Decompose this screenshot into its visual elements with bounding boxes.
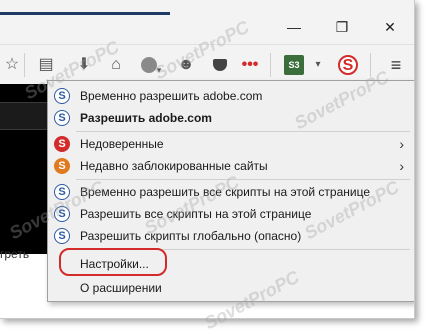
s3-icon[interactable]: S3 bbox=[284, 55, 304, 75]
submenu-arrow-icon: › bbox=[399, 136, 404, 152]
page-text-fragment: греть bbox=[0, 247, 30, 261]
noscript-recent-icon: S bbox=[54, 158, 70, 174]
menu-item-label: Недавно заблокированные сайты bbox=[80, 159, 268, 173]
menu-item-temp-allow-all[interactable]: S Временно разрешить все скрипты на этой… bbox=[48, 181, 414, 203]
menu-item-label: Временно разрешить все скрипты на этой с… bbox=[80, 185, 370, 199]
menu-item-temp-allow-site[interactable]: S Временно разрешить adobe.com bbox=[48, 85, 414, 107]
menu-item-label: Разрешить все скрипты на этой странице bbox=[80, 207, 312, 221]
noscript-icon[interactable]: S bbox=[338, 55, 358, 75]
menu-item-label: Разрешить скрипты глобально (опасно) bbox=[80, 229, 302, 243]
noscript-allow-icon: S bbox=[54, 110, 70, 126]
pocket-icon[interactable] bbox=[210, 55, 230, 75]
submenu-arrow-icon: › bbox=[399, 158, 404, 174]
menu-item-recently-blocked[interactable]: S Недавно заблокированные сайты › bbox=[48, 155, 414, 177]
star-icon[interactable]: ☆ bbox=[2, 55, 22, 75]
menu-item-about[interactable]: О расширении bbox=[48, 277, 414, 299]
menu-item-label: О расширении bbox=[80, 281, 162, 295]
active-tab-indicator[interactable] bbox=[0, 12, 170, 15]
menu-item-label: Разрешить adobe.com bbox=[80, 111, 212, 125]
menu-item-allow-global[interactable]: S Разрешить скрипты глобально (опасно) bbox=[48, 225, 414, 247]
menu-item-allow-site[interactable]: S Разрешить adobe.com bbox=[48, 107, 414, 129]
noscript-allow-icon: S bbox=[54, 206, 70, 222]
menu-separator bbox=[76, 131, 410, 132]
close-button[interactable]: ✕ bbox=[374, 16, 406, 38]
settings-highlight-ring bbox=[59, 248, 167, 276]
menu-item-label: Временно разрешить adobe.com bbox=[80, 89, 263, 103]
noscript-allow-temp-icon: S bbox=[54, 184, 70, 200]
restore-button[interactable]: ❐ bbox=[326, 16, 358, 38]
home-icon[interactable]: ⌂ bbox=[106, 55, 126, 75]
menu-item-label: Недоверенные bbox=[80, 137, 164, 151]
title-bar: — ❐ ✕ bbox=[0, 0, 414, 44]
toolbar-divider bbox=[370, 53, 371, 77]
menu-separator bbox=[76, 179, 410, 180]
dark-page-bar bbox=[0, 102, 48, 130]
menu-icon[interactable]: ≡ bbox=[386, 55, 406, 75]
smiley-icon[interactable]: ☻ bbox=[176, 55, 196, 75]
noscript-global-icon: S bbox=[54, 228, 70, 244]
browser-icon[interactable]: ▾ bbox=[138, 55, 164, 75]
download-icon[interactable]: ⬇ bbox=[74, 55, 94, 75]
noscript-allow-temp-icon: S bbox=[54, 88, 70, 104]
menu-item-allow-all[interactable]: S Разрешить все скрипты на этой странице bbox=[48, 203, 414, 225]
toolbar: ☆ ▤ ⬇ ⌂ ▾ ☻ ••• S3 ▾ S ≡ bbox=[0, 44, 414, 85]
dots-icon[interactable]: ••• bbox=[240, 55, 260, 75]
minimize-button[interactable]: — bbox=[278, 16, 310, 38]
chevron-down-icon[interactable]: ▾ bbox=[308, 55, 328, 75]
dark-page-region bbox=[0, 84, 48, 254]
toolbar-divider bbox=[270, 53, 271, 77]
noscript-forbid-icon: S bbox=[54, 136, 70, 152]
toolbar-divider bbox=[24, 53, 25, 77]
menu-item-untrusted[interactable]: S Недоверенные › bbox=[48, 133, 414, 155]
clipboard-icon[interactable]: ▤ bbox=[36, 55, 56, 75]
browser-window: — ❐ ✕ ☆ ▤ ⬇ ⌂ ▾ ☻ ••• S3 ▾ S ≡ греть S В… bbox=[0, 0, 415, 319]
